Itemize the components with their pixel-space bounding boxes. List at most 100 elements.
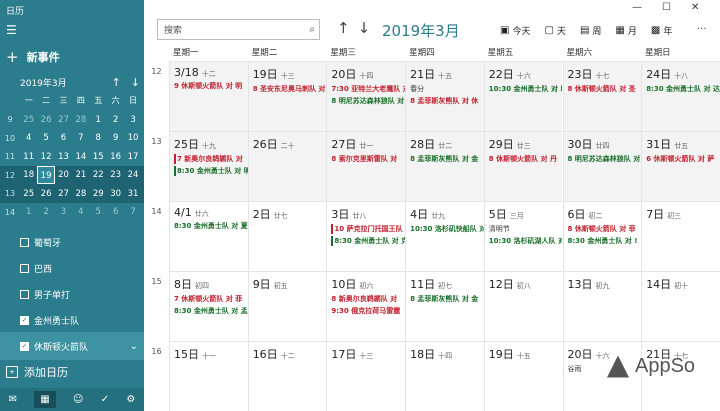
calendar-item[interactable]: ✓ 金州勇士队 <box>0 306 144 334</box>
day-cell[interactable]: 18日 十四 <box>405 341 484 411</box>
calendar-event[interactable]: 8:30 金州勇士队 对 达 <box>646 84 720 94</box>
day-cell[interactable]: 16日 十二 <box>247 341 327 411</box>
mini-day[interactable]: 27 <box>55 111 72 129</box>
day-cell[interactable]: 8日 初四 7 休斯顿火箭队 对 菲 8:30 金州勇士队 对 孟 <box>169 271 248 341</box>
mini-day[interactable]: 26 <box>37 185 54 203</box>
mini-day[interactable]: 13 <box>55 148 72 166</box>
year-view-button[interactable]: ▩ 年 <box>651 24 672 37</box>
people-icon[interactable]: ☺ <box>73 394 83 405</box>
calendar-checkbox[interactable] <box>20 289 29 299</box>
calendar-event[interactable]: 8 明尼苏达森林狼队 对 <box>331 96 405 106</box>
mini-day[interactable]: 29 <box>90 185 107 203</box>
mini-day[interactable]: 2 <box>37 203 54 221</box>
week-view-button[interactable]: ▤ 周 <box>580 24 601 37</box>
calendar-event[interactable]: 8 索尔克里斯雷队 对 <box>331 154 405 164</box>
maximize-icon[interactable]: ☐ <box>662 2 671 13</box>
day-cell[interactable]: 24日 十八 8:30 金州勇士队 对 达 <box>641 61 720 131</box>
calendar-item[interactable]: 巴西 <box>0 254 144 282</box>
month-view-button[interactable]: ▦ 月 <box>615 24 636 37</box>
day-cell[interactable]: 4日 廿九 10:30 洛杉矶快船队 对 <box>405 201 484 271</box>
chevron-down-icon[interactable]: ⌄ <box>130 341 138 352</box>
todo-icon[interactable]: ✓ <box>101 394 109 405</box>
calendar-event[interactable]: 8 孟菲斯灰熊队 对 金 <box>410 154 484 164</box>
mini-day[interactable]: 20 <box>55 166 72 184</box>
day-cell[interactable]: 5日 三月 清明节 10:30 洛杉矶湖人队 对 <box>483 201 563 271</box>
day-cell[interactable]: 14日 初十 <box>641 271 720 341</box>
calendar-event[interactable]: 8 孟菲斯灰熊队 对 休 <box>410 96 484 106</box>
search-input[interactable]: 搜索 ⌕ <box>157 19 320 40</box>
calendar-event[interactable]: 8 休斯顿火箭队 对 丹 <box>489 154 563 164</box>
mini-day[interactable]: 5 <box>90 203 107 221</box>
mail-icon[interactable]: ✉ <box>9 394 17 405</box>
mini-day[interactable]: 1 <box>90 111 107 129</box>
search-icon[interactable]: ⌕ <box>309 24 315 35</box>
mini-day[interactable]: 14 <box>72 148 89 166</box>
month-title[interactable]: 2019年3月 <box>382 20 460 41</box>
mini-day[interactable]: 11 <box>20 148 37 166</box>
day-cell[interactable]: 29日 廿三 8 休斯顿火箭队 对 丹 <box>483 131 563 201</box>
mini-next-arrow-icon[interactable]: ↓ <box>131 76 140 89</box>
calendar-item[interactable]: 葡萄牙 <box>0 228 144 256</box>
calendar-checkbox[interactable]: ✓ <box>20 315 29 325</box>
mini-day[interactable]: 1 <box>20 203 37 221</box>
day-cell[interactable]: 27日 廿一 8 索尔克里斯雷队 对 <box>326 131 406 201</box>
mini-day[interactable]: 28 <box>72 185 89 203</box>
mini-day[interactable]: 25 <box>20 185 37 203</box>
calendar-event[interactable]: 8:30 金州勇士队 对 ! <box>568 236 642 246</box>
calendar-event[interactable]: 8 休斯顿火箭队 对 圣 <box>568 84 642 94</box>
mini-day[interactable]: 18 <box>20 166 37 184</box>
day-cell[interactable]: 22日 十六 10:30 金州勇士队 对 印 <box>483 61 563 131</box>
calendar-item[interactable]: 男子单打 <box>0 280 144 308</box>
day-cell[interactable]: 3/18 十二 9 休斯顿火箭队 对 明 <box>169 61 248 131</box>
day-cell[interactable]: 21日 十五 春分 8 孟菲斯灰熊队 对 休 <box>405 61 484 131</box>
calendar-event[interactable]: 7 新奥尔良鹈鹕队 对 <box>174 154 248 164</box>
mini-day[interactable]: 17 <box>124 148 141 166</box>
next-month-arrow-icon[interactable]: ↓ <box>358 19 371 37</box>
mini-day[interactable]: 24 <box>124 166 141 184</box>
mini-day[interactable]: 10 <box>124 129 141 147</box>
calendar-icon[interactable]: ▦ <box>34 391 56 408</box>
mini-day[interactable]: 6 <box>107 203 124 221</box>
day-cell[interactable]: 7日 初三 <box>641 201 720 271</box>
day-cell[interactable]: 2日 廿七 <box>247 201 327 271</box>
calendar-checkbox[interactable]: ✓ <box>20 341 29 351</box>
mini-day[interactable]: 15 <box>90 148 107 166</box>
hamburger-menu-icon[interactable]: ☰ <box>6 24 17 36</box>
mini-day[interactable]: 6 <box>55 129 72 147</box>
mini-day[interactable]: 4 <box>72 203 89 221</box>
day-cell[interactable]: 19日 十五 <box>483 341 563 411</box>
mini-day[interactable]: 2 <box>107 111 124 129</box>
day-cell[interactable]: 12日 初八 <box>483 271 563 341</box>
calendar-event[interactable]: 8:30 金州勇士队 对 夏 <box>174 221 248 231</box>
add-calendar-button[interactable]: + 添加日历 <box>6 364 68 380</box>
day-cell[interactable]: 11日 初七 8 孟菲斯灰熊队 对 金 <box>405 271 484 341</box>
mini-day[interactable]: 3 <box>55 203 72 221</box>
mini-day[interactable]: 22 <box>90 166 107 184</box>
new-event-button[interactable]: + 新事件 <box>6 48 60 66</box>
calendar-event[interactable]: 10:30 洛杉矶湖人队 对 <box>489 236 563 246</box>
mini-day[interactable]: 28 <box>72 111 89 129</box>
day-cell[interactable]: 9日 初五 <box>247 271 327 341</box>
today-button[interactable]: ▣ 今天 <box>500 24 530 37</box>
day-cell[interactable]: 6日 初二 8 休斯顿火箭队 对 菲 8:30 金州勇士队 对 ! <box>562 201 642 271</box>
day-cell[interactable]: 13日 初九 <box>562 271 642 341</box>
calendar-event[interactable]: 8 明尼苏达森林狼队 对 <box>568 154 642 164</box>
mini-prev-arrow-icon[interactable]: ↑ <box>112 76 121 89</box>
day-cell[interactable]: 3日 廿八 10 萨克拉门托国王队 8:30 金州勇士队 对 克 <box>326 201 406 271</box>
day-cell[interactable]: 25日 十九 7 新奥尔良鹈鹕队 对 8:30 金州勇士队 对 明 <box>169 131 248 201</box>
mini-day[interactable]: 9 <box>107 129 124 147</box>
day-cell[interactable]: 20日 十四 7:30 亚特兰大老鹰队 对 8 明尼苏达森林狼队 对 <box>326 61 406 131</box>
calendar-event[interactable]: 8 休斯顿火箭队 对 菲 <box>568 224 642 234</box>
mini-day[interactable]: 8 <box>90 129 107 147</box>
more-options-icon[interactable]: ··· <box>697 24 707 35</box>
mini-day[interactable]: 26 <box>37 111 54 129</box>
day-view-button[interactable]: ▢ 天 <box>544 24 565 37</box>
mini-day[interactable]: 27 <box>55 185 72 203</box>
calendar-event[interactable]: 6 休斯顿火箭队 对 萨 <box>646 154 720 164</box>
mini-day[interactable]: 30 <box>107 185 124 203</box>
day-cell[interactable]: 30日 廿四 8 明尼苏达森林狼队 对 <box>562 131 642 201</box>
calendar-item[interactable]: ✓ 休斯顿火箭队 ⌄ <box>0 332 144 360</box>
settings-gear-icon[interactable]: ⚙ <box>126 394 135 405</box>
day-cell[interactable]: 15日 十一 <box>169 341 248 411</box>
prev-month-arrow-icon[interactable]: ↑ <box>337 19 350 37</box>
